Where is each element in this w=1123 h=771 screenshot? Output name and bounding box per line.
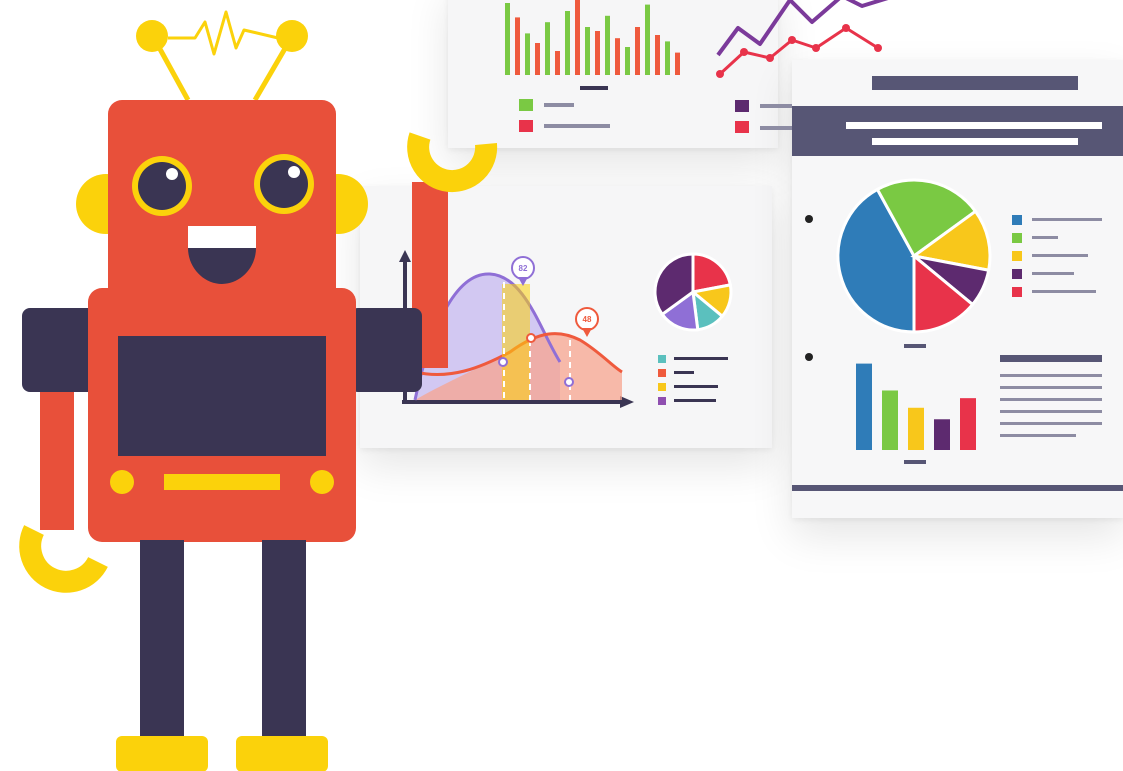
left-shoulder — [22, 308, 98, 392]
peak-badge-salmon: 48 — [575, 307, 599, 337]
legend-swatch-crimson — [735, 121, 749, 133]
document-text-lines — [1000, 355, 1102, 437]
right-shoulder — [350, 308, 422, 392]
doc-bar-green — [882, 390, 898, 450]
doc-bar-yellow — [908, 407, 924, 450]
doc-bar-blue — [856, 363, 872, 450]
illustration-canvas: 82 48 — [19, 0, 1123, 771]
right-eye — [254, 154, 314, 214]
top-bar-green — [605, 15, 610, 76]
left-leg — [140, 540, 184, 740]
top-line-series-purple — [716, 0, 889, 57]
legend-line — [544, 124, 610, 128]
legend-swatch-crimson — [519, 120, 533, 132]
data-point — [564, 377, 574, 387]
highlight-band — [502, 284, 530, 400]
top-bar-orange — [555, 51, 560, 75]
top-bar-orange — [635, 27, 640, 75]
top-bar-chart — [505, 0, 680, 76]
left-claw — [19, 525, 108, 593]
document-pie-legend — [1012, 215, 1102, 297]
right-foot — [236, 736, 328, 771]
top-bar-green — [585, 27, 590, 75]
x-axis-arrow — [620, 396, 634, 408]
doc-header-line — [846, 122, 1102, 129]
teeth — [188, 226, 256, 248]
top-bar-green — [545, 22, 550, 75]
doc-bar-purple — [934, 419, 950, 450]
top-bar-orange — [575, 0, 580, 76]
top-bar-green — [665, 41, 670, 75]
top-bar-green — [625, 47, 630, 75]
top-bar-orange — [595, 31, 600, 75]
top-bar-orange — [535, 43, 540, 75]
bullet — [805, 215, 813, 223]
bar-caption — [904, 460, 926, 464]
top-bar-orange — [615, 38, 620, 75]
doc-footer-band — [792, 485, 1123, 491]
top-bar-green — [645, 4, 650, 76]
small-pie-chart — [653, 252, 733, 332]
chest-screen — [118, 336, 326, 456]
body-slot — [164, 474, 280, 490]
top-chart-axis-label — [580, 86, 608, 90]
left-eye — [132, 156, 192, 216]
bullet — [805, 353, 813, 361]
top-bar-orange — [515, 17, 520, 75]
antenna-icon — [136, 10, 308, 102]
legend-line — [760, 104, 792, 108]
document-pie-chart — [836, 178, 992, 334]
left-arm — [40, 380, 74, 530]
illustration-scene: 82 48 — [0, 0, 1123, 771]
doc-title-bar — [872, 76, 1078, 90]
top-bar-green — [505, 3, 510, 75]
body-light — [110, 470, 134, 494]
right-leg — [262, 540, 306, 740]
top-bar-green — [565, 11, 570, 75]
legend-line — [760, 126, 792, 130]
robot-illustration — [19, 10, 498, 771]
doc-header-band — [792, 106, 1123, 156]
left-foot — [116, 736, 208, 771]
top-bar-green — [525, 33, 530, 75]
legend-line — [544, 103, 574, 107]
small-pie-legend — [658, 355, 728, 405]
svg-text:82: 82 — [519, 264, 528, 273]
top-bar-orange — [655, 35, 660, 75]
legend-swatch-green — [519, 99, 533, 111]
doc-header-line — [872, 138, 1078, 145]
svg-text:48: 48 — [583, 315, 592, 324]
pie-caption — [904, 344, 926, 348]
data-point — [498, 357, 508, 367]
legend-swatch-purple — [735, 100, 749, 112]
top-bar-orange — [675, 52, 680, 75]
doc-bar-crimson — [960, 398, 976, 450]
data-point — [526, 333, 536, 343]
document-bar-chart — [856, 363, 976, 450]
peak-badge-lavender: 82 — [511, 256, 535, 286]
body-light — [310, 470, 334, 494]
right-claw — [407, 132, 498, 193]
y-axis-arrow — [399, 250, 411, 262]
